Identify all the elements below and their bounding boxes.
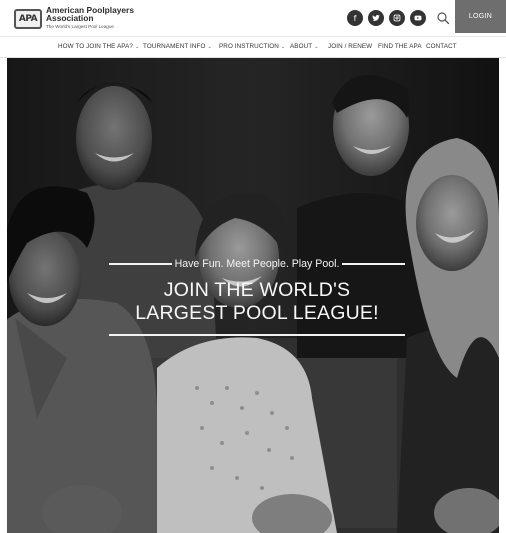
logo-name-line2: Association [46, 13, 94, 23]
nav-item-label: HOW TO JOIN THE APA? [58, 43, 134, 50]
nav-item-label: PRO INSTRUCTION [219, 43, 279, 50]
apa-logo-mark: APA [14, 8, 42, 29]
tagline-divider-right [342, 263, 406, 265]
site-header: APA American Poolplayers Association The… [0, 0, 506, 36]
nav-item-tournament-info[interactable]: TOURNAMENT INFO ⌄ [143, 43, 212, 50]
chevron-down-icon: ⌄ [280, 44, 286, 50]
chevron-down-icon: ⌄ [314, 44, 319, 50]
hero-banner: Have Fun. Meet People. Play Pool. JOIN T… [7, 58, 499, 533]
facebook-icon[interactable]: f [347, 10, 363, 26]
nav-item-label: FIND THE APA [378, 43, 422, 50]
facebook-glyph: f [353, 13, 357, 23]
nav-item-label: ABOUT [290, 43, 313, 50]
nav-item-contact[interactable]: CONTACT [426, 43, 457, 50]
nav-item-about[interactable]: ABOUT ⌄ [290, 43, 319, 50]
main-nav: HOW TO JOIN THE APA? ⌄ TOURNAMENT INFO ⌄ P… [0, 36, 506, 58]
nav-item-find-the-apa[interactable]: FIND THE APA [378, 43, 422, 50]
hero-headline-line1: JOIN THE WORLD'S [163, 279, 351, 301]
social-links: f [347, 10, 431, 26]
youtube-icon[interactable] [410, 10, 426, 26]
apa-logo[interactable]: APA American Poolplayers Association The… [14, 6, 134, 31]
logo-text: American Poolplayers Association The Wor… [46, 6, 134, 31]
instagram-icon[interactable] [389, 10, 405, 26]
hero-tagline-row: Have Fun. Meet People. Play Pool. [109, 258, 406, 270]
search-icon[interactable] [436, 11, 450, 25]
hero-divider [109, 334, 405, 336]
nav-item-join-renew[interactable]: JOIN / RENEW [328, 43, 372, 50]
hero-headline-line2: LARGEST POOL LEAGUE! [135, 302, 379, 324]
nav-item-label: TOURNAMENT INFO [143, 43, 206, 50]
chevron-down-icon: ⌄ [135, 44, 140, 50]
login-button[interactable]: LOGIN [455, 0, 506, 33]
hero-tagline: Have Fun. Meet People. Play Pool. [174, 258, 340, 270]
nav-item-label: CONTACT [426, 43, 457, 50]
twitter-icon[interactable] [368, 10, 384, 26]
logo-tagline: The World's Largest Pool League [46, 24, 114, 29]
chevron-down-icon: ⌄ [207, 44, 212, 50]
nav-item-how-to-join[interactable]: HOW TO JOIN THE APA? ⌄ [58, 43, 139, 50]
nav-item-pro-instruction[interactable]: PRO INSTRUCTION ⌄ [219, 43, 285, 50]
tagline-divider-left [109, 263, 172, 265]
nav-item-label: JOIN / RENEW [328, 43, 373, 50]
